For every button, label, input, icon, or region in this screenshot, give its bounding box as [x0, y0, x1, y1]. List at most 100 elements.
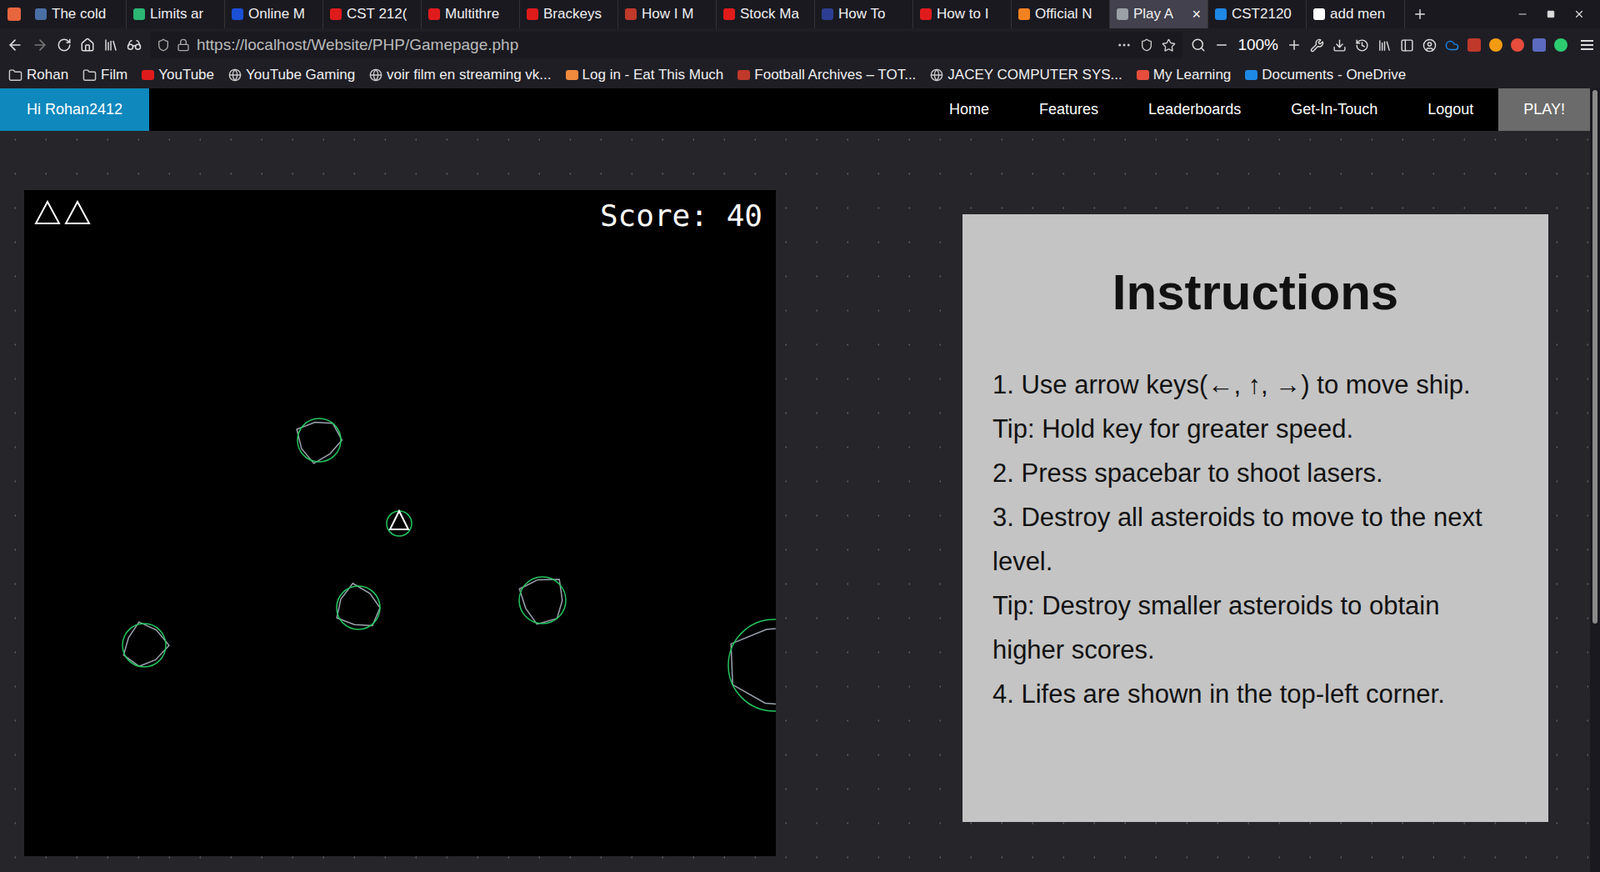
- browser-tab[interactable]: Brackeys: [520, 0, 619, 29]
- new-tab-button[interactable]: [1405, 6, 1435, 22]
- page-area: Hi Rohan2412HomeFeaturesLeaderboardsGet-…: [0, 88, 1600, 872]
- nav-link[interactable]: Leaderboards: [1123, 88, 1266, 131]
- instruction-line: Tip: Hold key for greater speed.: [992, 406, 1519, 451]
- scrollbar[interactable]: [1590, 88, 1600, 872]
- bookmark-item[interactable]: Rohan: [8, 64, 69, 86]
- favicon-icon: [330, 8, 342, 20]
- close-window-icon[interactable]: [1573, 8, 1585, 20]
- bookmark-item[interactable]: My Learning: [1136, 64, 1232, 86]
- site-icon: [1136, 70, 1150, 80]
- history-icon[interactable]: [1355, 38, 1370, 53]
- browser-tab[interactable]: CST2120: [1208, 0, 1307, 29]
- favicon-icon: [133, 8, 145, 20]
- asteroid: [519, 576, 566, 625]
- adblock-icon[interactable]: [1467, 38, 1481, 52]
- extension-icon[interactable]: [1489, 38, 1503, 52]
- globe-icon: [369, 68, 383, 82]
- nav-link[interactable]: Home: [924, 88, 1015, 131]
- bookmark-item[interactable]: voir film en streaming vk...: [369, 64, 551, 86]
- game-canvas[interactable]: Score: 40: [24, 190, 776, 856]
- instruction-line: 2. Press spacebar to shoot lasers.: [992, 450, 1519, 495]
- folder-icon: [82, 68, 97, 83]
- glasses-icon[interactable]: [126, 37, 142, 53]
- extension-icon[interactable]: [1554, 38, 1568, 52]
- asteroid: [122, 621, 170, 667]
- bookmark-item[interactable]: Film: [82, 64, 128, 86]
- asteroid: [728, 619, 776, 711]
- site-icon: [737, 70, 750, 80]
- bookmark-star-icon[interactable]: [1161, 38, 1176, 53]
- maximize-icon[interactable]: [1546, 10, 1555, 19]
- close-tab-button[interactable]: ×: [1191, 3, 1201, 26]
- cloud-icon[interactable]: [1445, 38, 1460, 53]
- bookmark-item[interactable]: YouTube: [141, 64, 215, 86]
- browser-tab[interactable]: Stock Ma: [716, 0, 815, 29]
- bookmark-item[interactable]: YouTube Gaming: [228, 64, 355, 86]
- url-field[interactable]: https://localhost/Website/PHP/Gamepage.p…: [150, 31, 1183, 59]
- asteroid: [296, 418, 342, 464]
- zoom-in-icon[interactable]: [1286, 37, 1302, 53]
- download-icon[interactable]: [1332, 38, 1347, 53]
- site-icon: [565, 70, 579, 80]
- browser-tab[interactable]: How To: [815, 0, 914, 29]
- score: Score: 40: [600, 193, 763, 239]
- favicon-icon: [526, 8, 539, 20]
- account-icon[interactable]: [1422, 38, 1437, 53]
- bookmark-item[interactable]: Documents - OneDrive: [1245, 64, 1406, 86]
- scrollbar-thumb[interactable]: [1592, 90, 1598, 624]
- browser-tab[interactable]: Multithre: [421, 0, 520, 29]
- nav-link[interactable]: Features: [1014, 88, 1124, 131]
- home-icon[interactable]: [80, 37, 95, 53]
- browser-tab[interactable]: Online M: [225, 0, 324, 29]
- nav-link[interactable]: PLAY!: [1498, 88, 1590, 131]
- site-navbar: Hi Rohan2412HomeFeaturesLeaderboardsGet-…: [0, 88, 1590, 131]
- browser-tab[interactable]: Play A×: [1110, 0, 1209, 29]
- browser-tab[interactable]: add men: [1306, 0, 1405, 29]
- web-page: Hi Rohan2412HomeFeaturesLeaderboardsGet-…: [0, 88, 1590, 872]
- minimize-icon[interactable]: [1516, 8, 1529, 20]
- menu-icon[interactable]: [1580, 40, 1594, 50]
- browser-tab[interactable]: Limits ar: [126, 0, 225, 29]
- browser-tab[interactable]: CST 212(: [323, 0, 422, 29]
- zoom-level[interactable]: 100%: [1237, 33, 1279, 58]
- shield-icon: [156, 38, 170, 52]
- wrench-icon[interactable]: [1310, 38, 1325, 53]
- favicon-icon: [723, 8, 735, 20]
- extension-icon[interactable]: [1510, 38, 1525, 52]
- extension-icon[interactable]: [1532, 38, 1546, 52]
- sidebar-icon[interactable]: [1400, 38, 1415, 53]
- game-field: [24, 190, 776, 856]
- browser-tab[interactable]: How I M: [618, 0, 717, 29]
- favicon-icon: [1215, 8, 1227, 20]
- instructions-title: Instructions: [992, 262, 1519, 323]
- browser-tab[interactable]: How to I: [913, 0, 1012, 29]
- globe-icon: [228, 68, 242, 82]
- reader-icon[interactable]: [103, 37, 119, 53]
- favicon-icon: [1313, 8, 1325, 20]
- nav-link[interactable]: Logout: [1402, 88, 1499, 131]
- zoom-out-icon[interactable]: [1214, 37, 1230, 53]
- firefox-view-icon[interactable]: [0, 0, 29, 29]
- asteroid: [336, 583, 380, 630]
- forward-icon[interactable]: [31, 36, 49, 54]
- favicon-icon: [821, 8, 834, 20]
- instructions-panel: Instructions 1. Use arrow keys(←, ↑, →) t…: [962, 214, 1549, 822]
- more-icon[interactable]: [1116, 37, 1132, 53]
- bookmarks-bar: Rohan Film YouTube YouTube Gaming voir film …: [0, 61, 1600, 89]
- instruction-line: 1. Use arrow keys(←, ↑, →) to move ship.: [992, 362, 1519, 407]
- search-icon[interactable]: [1190, 37, 1206, 53]
- instruction-line: Tip: Destroy smaller asteroids to obtain…: [992, 583, 1519, 672]
- screen: The coldLimits arOnline MCST 212(Multith…: [0, 0, 1600, 872]
- library-icon[interactable]: [1377, 38, 1392, 53]
- nav-toolbar: https://localhost/Website/PHP/Gamepage.p…: [0, 28, 1600, 62]
- pocket-icon[interactable]: [1140, 38, 1154, 52]
- nav-link[interactable]: Get-In-Touch: [1265, 88, 1403, 131]
- bookmark-item[interactable]: Football Archives – TOT...: [737, 64, 916, 86]
- favicon-icon: [35, 8, 47, 20]
- reload-icon[interactable]: [56, 37, 72, 53]
- browser-tab[interactable]: Official N: [1011, 0, 1110, 29]
- browser-tab[interactable]: The cold: [28, 0, 127, 29]
- bookmark-item[interactable]: Log in - Eat This Much: [565, 64, 725, 86]
- bookmark-item[interactable]: JACEY COMPUTER SYS...: [930, 64, 1122, 86]
- back-icon[interactable]: [6, 36, 24, 54]
